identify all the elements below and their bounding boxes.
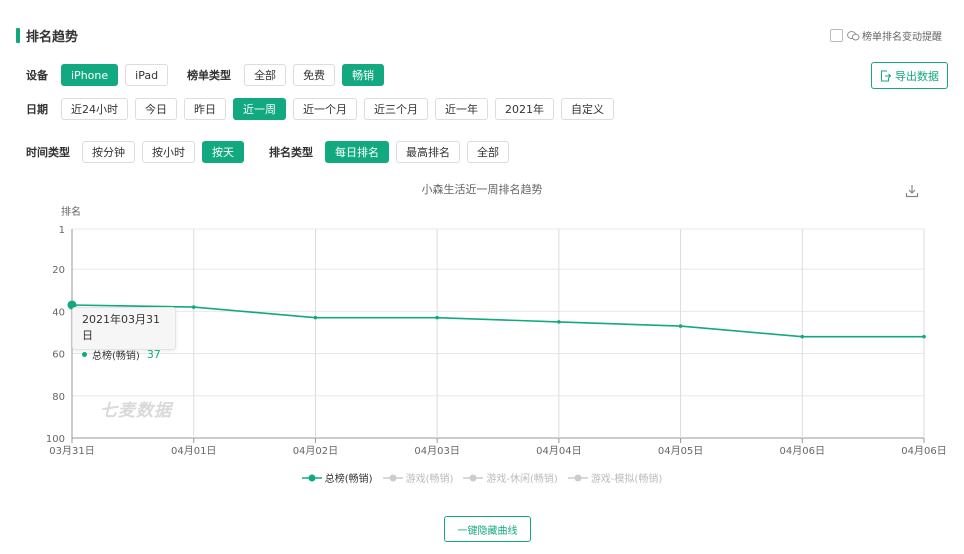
- data-point: [313, 315, 318, 320]
- y-tick-label: 40: [52, 307, 65, 318]
- tooltip-row: 总榜(畅销) 37: [82, 347, 166, 362]
- data-point: [191, 305, 196, 309]
- legend-marker-icon: [301, 474, 322, 481]
- legend-marker-icon: [382, 474, 403, 481]
- hide-curves-button[interactable]: 一键隐藏曲线: [444, 516, 531, 542]
- chart-tooltip: 2021年03月31日 总榜(畅销) 37: [72, 307, 176, 362]
- chart-grid: [71, 228, 925, 439]
- x-tick-label: 04月06日: [780, 445, 825, 457]
- y-tick-label: 1: [59, 225, 65, 236]
- legend-item-2[interactable]: 游戏-休闲(畅销): [463, 470, 558, 485]
- chart-series: [67, 300, 926, 339]
- y-tick-label: 100: [46, 434, 65, 445]
- data-point: [557, 320, 561, 324]
- data-point: [800, 334, 805, 339]
- x-tick-label: 04月01日: [171, 445, 216, 457]
- legend-label: 游戏-休闲(畅销): [486, 474, 558, 485]
- x-tick-label: 03月31日: [49, 445, 94, 457]
- legend-marker-icon: [463, 474, 484, 481]
- chart-legend: 总榜(畅销) 游戏(畅销) 游戏-休闲(畅销) 游戏-模拟(畅销): [0, 470, 964, 485]
- data-point: [678, 324, 683, 328]
- x-tick-label: 04月02日: [293, 445, 338, 457]
- legend-item-0[interactable]: 总榜(畅销): [301, 470, 373, 485]
- x-tick-label: 04月04日: [536, 445, 581, 457]
- y-axis-label: 排名: [61, 205, 81, 218]
- legend-item-3[interactable]: 游戏-模拟(畅销): [567, 470, 663, 485]
- tooltip-series-name: 总榜(畅销): [92, 351, 140, 362]
- legend-item-1[interactable]: 游戏(畅销): [382, 470, 454, 485]
- y-tick-label: 20: [52, 265, 65, 276]
- x-tick-label: 04月06日: [901, 445, 946, 457]
- legend-label: 总榜(畅销): [324, 474, 373, 485]
- data-point: [922, 334, 926, 339]
- tooltip-series-dot: [82, 352, 87, 357]
- y-tick-label: 80: [52, 392, 65, 403]
- x-tick-label: 04月03日: [414, 445, 459, 457]
- series-line-0: [71, 304, 924, 338]
- chart-axes: 1 20 40 60 80 10003月31日 04月01日 04月02日 04月03日 04月0…: [46, 205, 947, 457]
- y-tick-label: 60: [52, 350, 65, 361]
- tooltip-date: 2021年03月31日: [82, 313, 160, 342]
- legend-label: 游戏-模拟(畅销): [590, 474, 663, 485]
- watermark-text: 七麦数据: [100, 401, 172, 421]
- tooltip-value: 37: [146, 348, 161, 361]
- legend-label: 游戏(畅销): [405, 474, 454, 485]
- x-tick-label: 04月05日: [658, 445, 703, 457]
- data-point: [435, 315, 439, 320]
- legend-marker-icon: [567, 474, 588, 481]
